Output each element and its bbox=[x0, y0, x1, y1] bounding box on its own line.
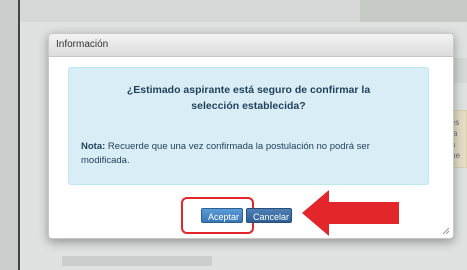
note-label: Nota: bbox=[81, 141, 106, 152]
accept-button[interactable]: Aceptar bbox=[201, 208, 243, 223]
dialog-title[interactable]: Información bbox=[49, 34, 453, 57]
resize-grip-icon[interactable] bbox=[442, 227, 450, 235]
note-body: Recuerde que una vez confirmada la postu… bbox=[81, 141, 370, 166]
question-line-2: selección establecida? bbox=[191, 100, 306, 112]
note-text: Nota: Recuerde que una vez confirmada la… bbox=[81, 140, 421, 168]
confirmation-question: ¿Estimado aspirante está seguro de confi… bbox=[69, 82, 428, 114]
cancel-button[interactable]: Cancelar bbox=[246, 208, 292, 223]
info-alert: ¿Estimado aspirante está seguro de confi… bbox=[68, 67, 429, 185]
question-line-1: ¿Estimado aspirante está seguro de confi… bbox=[126, 84, 371, 96]
red-arrow-icon bbox=[302, 190, 399, 236]
